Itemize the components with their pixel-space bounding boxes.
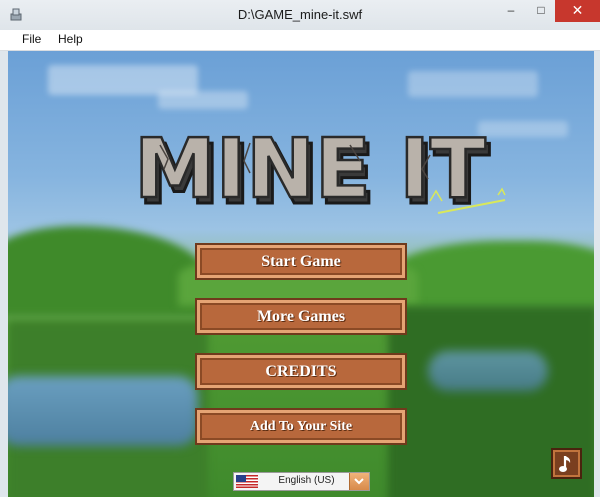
add-to-site-label: Add To Your Site bbox=[249, 419, 353, 434]
maximize-button[interactable]: □ bbox=[526, 0, 556, 22]
more-games-label: More Games bbox=[256, 308, 346, 325]
cloud bbox=[408, 71, 538, 97]
music-note-icon bbox=[559, 456, 571, 472]
music-toggle-button[interactable] bbox=[551, 448, 582, 479]
start-game-button[interactable]: Start Game bbox=[195, 243, 407, 280]
game-stage: MINE IT MINE IT Start Game More Games CR… bbox=[8, 51, 594, 497]
water bbox=[8, 376, 198, 446]
us-flag-icon bbox=[236, 475, 258, 488]
game-logo: MINE IT MINE IT bbox=[133, 121, 506, 225]
dropdown-arrow[interactable] bbox=[349, 473, 369, 490]
close-button[interactable]: ✕ bbox=[555, 0, 600, 22]
title-bar: D:\GAME_mine-it.swf – □ ✕ bbox=[0, 0, 600, 31]
chevron-down-icon bbox=[354, 478, 364, 485]
language-select[interactable]: English (US) bbox=[233, 472, 370, 491]
credits-label: CREDITS bbox=[265, 363, 337, 380]
language-value: English (US) bbox=[278, 475, 335, 486]
more-games-button[interactable]: More Games bbox=[195, 298, 407, 335]
cloud bbox=[158, 91, 248, 109]
minimize-button[interactable]: – bbox=[496, 0, 526, 22]
menu-bar: File Help bbox=[0, 30, 600, 51]
hill bbox=[388, 241, 594, 311]
credits-button[interactable]: CREDITS bbox=[195, 353, 407, 390]
menu-help[interactable]: Help bbox=[56, 32, 85, 46]
start-game-label: Start Game bbox=[261, 253, 341, 270]
menu-file[interactable]: File bbox=[20, 32, 43, 46]
add-to-site-button[interactable]: Add To Your Site bbox=[195, 408, 407, 445]
water bbox=[428, 351, 548, 391]
svg-text:MINE IT: MINE IT bbox=[134, 122, 486, 217]
